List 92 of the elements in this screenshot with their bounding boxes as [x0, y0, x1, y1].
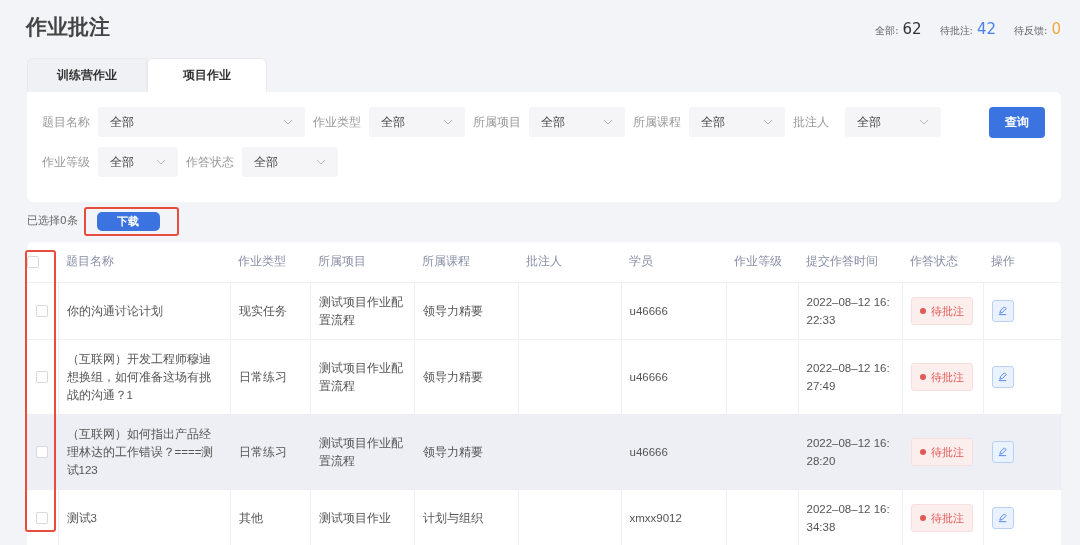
selection-count: 已选择0条: [27, 214, 78, 228]
edit-button[interactable]: [991, 506, 1014, 529]
table-cell: u46666: [629, 445, 668, 458]
table-row[interactable]: （互联网）如何指出产品经理林达的工作错误？====测试123 日常练习 测试项目作业配置流程 领导力精要 u46666 2022–08–12 16:28:20 待批注: [27, 414, 1061, 489]
filter-label: 作业等级: [42, 154, 90, 170]
checkbox[interactable]: [36, 370, 49, 383]
stat-label: 待反馈:: [1014, 24, 1048, 38]
dropdown-field[interactable]: 全部: [369, 107, 465, 137]
pen-icon: [997, 446, 1008, 457]
table-row[interactable]: 你的沟通讨论计划 现实任务 测试项目作业配置流程 领导力精要 u46666 2022–08–12 16:22:33 待批注: [27, 282, 1061, 339]
table-cell: 测试项目作业: [318, 511, 391, 524]
table-cell: 2022–08–12 16:34:38: [806, 502, 890, 533]
chevron-down-icon: [919, 119, 929, 125]
dropdown-field[interactable]: 全部: [98, 147, 178, 177]
table-cell: 测试项目作业配置流程: [318, 436, 403, 467]
pen-icon: [997, 512, 1008, 523]
column-header: 作答状态: [910, 254, 958, 269]
table-row[interactable]: 测试3 其他 测试项目作业 计划与组织 xmxx9012 2022–08–12 16:34:38 待批注: [27, 489, 1061, 545]
table-cell: 2022–08–12 16:27:49: [806, 361, 890, 392]
table-cell: 领导力精要: [422, 445, 483, 458]
filter-label: 题目名称: [42, 114, 90, 130]
table-cell: u46666: [629, 304, 668, 317]
tab[interactable]: 项目作业: [147, 58, 267, 92]
query-button[interactable]: 查询: [989, 107, 1045, 138]
edit-button[interactable]: [991, 440, 1014, 463]
column-header: 提交作答时间: [806, 254, 878, 269]
chevron-down-icon: [316, 159, 326, 165]
checkbox[interactable]: [36, 445, 49, 458]
filter-label: 所属课程: [633, 114, 681, 130]
column-header: 所属课程: [422, 254, 470, 269]
checkbox[interactable]: [36, 511, 49, 524]
stat-label: 全部:: [875, 24, 899, 38]
table-row[interactable]: （互联网）开发工程师穆迪想换组，如何准备这场有挑战的沟通？1 日常练习 测试项目作业配置流程 领导力精要 u46666 2022–08–12 16:27:49 待批注: [27, 339, 1061, 414]
column-header: 所属项目: [318, 254, 366, 269]
table-cell: 测试3: [66, 511, 97, 524]
stat-value: 42: [977, 20, 997, 38]
table-cell: xmxx9012: [629, 511, 682, 524]
status-dot: [919, 514, 926, 521]
filter-label: 作答状态: [186, 154, 234, 170]
chevron-down-icon: [763, 119, 773, 125]
column-header: 操作: [991, 254, 1015, 269]
filter-label: 所属项目: [473, 114, 521, 130]
stat-label: 待批注:: [939, 24, 973, 38]
dropdown-field[interactable]: 全部: [529, 107, 625, 137]
table-cell: 日常练习: [238, 445, 287, 458]
dropdown-field[interactable]: 全部: [689, 107, 785, 137]
table-cell: u46666: [629, 370, 668, 383]
table-cell: 其他: [238, 511, 263, 524]
table-cell: 计划与组织: [422, 511, 483, 524]
status-dot: [919, 448, 926, 455]
status-text: 待批注: [930, 369, 964, 385]
column-header: 作业类型: [238, 254, 286, 269]
table-cell: 2022–08–12 16:22:33: [806, 295, 890, 326]
column-header: 批注人: [526, 254, 562, 269]
dropdown-field[interactable]: 全部: [98, 107, 305, 137]
edit-button[interactable]: [991, 365, 1014, 388]
table-cell: 测试项目作业配置流程: [318, 361, 403, 392]
pen-icon: [997, 305, 1008, 316]
table-cell: 现实任务: [238, 304, 287, 317]
filter-label: 批注人: [793, 114, 830, 130]
status-text: 待批注: [930, 303, 964, 319]
chevron-down-icon: [443, 119, 453, 125]
download-button[interactable]: 下载: [96, 211, 160, 231]
table-cell: （互联网）如何指出产品经理林达的工作错误？====测试123: [66, 427, 214, 476]
checkbox[interactable]: [27, 255, 39, 268]
table-cell: 2022–08–12 16:28:20: [806, 436, 890, 467]
table-cell: 领导力精要: [422, 304, 483, 317]
dropdown-field[interactable]: 全部: [845, 107, 941, 137]
stat-value: 0: [1051, 20, 1061, 38]
table-cell: 日常练习: [238, 370, 287, 383]
table-cell: 你的沟通讨论计划: [66, 304, 163, 317]
chevron-down-icon: [156, 159, 166, 165]
status-text: 待批注: [930, 510, 964, 526]
column-header: 题目名称: [66, 254, 114, 269]
table-cell: （互联网）开发工程师穆迪想换组，如何准备这场有挑战的沟通？1: [66, 352, 211, 401]
status-text: 待批注: [930, 444, 964, 460]
status-dot: [919, 307, 926, 314]
tab[interactable]: 训练营作业: [27, 58, 147, 92]
checkbox[interactable]: [36, 304, 49, 317]
stat-value: 62: [902, 20, 922, 38]
table-cell: 领导力精要: [422, 370, 483, 383]
chevron-down-icon: [603, 119, 613, 125]
filter-label: 作业类型: [313, 114, 361, 130]
status-dot: [919, 373, 926, 380]
edit-button[interactable]: [991, 299, 1014, 322]
table-cell: 测试项目作业配置流程: [318, 295, 403, 326]
chevron-down-icon: [283, 119, 293, 125]
pen-icon: [997, 371, 1008, 382]
column-header: 作业等级: [734, 254, 782, 269]
dropdown-field[interactable]: 全部: [242, 147, 338, 177]
page-title: 作业批注: [26, 14, 110, 41]
column-header: 学员: [629, 254, 653, 269]
